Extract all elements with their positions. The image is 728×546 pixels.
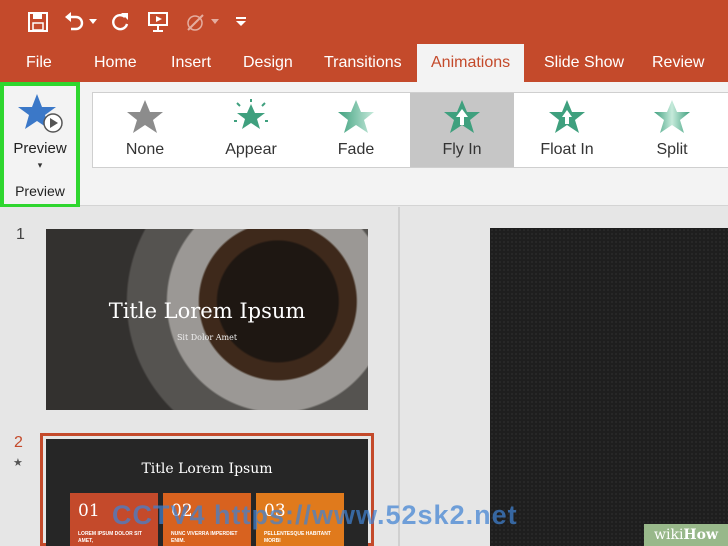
start-from-beginning-icon[interactable] — [146, 8, 172, 36]
animation-label: Fade — [337, 141, 375, 158]
slide-thumbnail-1[interactable]: Title Lorem Ipsum Sit Dolor Amet — [46, 229, 368, 410]
animation-fly-in[interactable]: Fly In — [410, 93, 514, 167]
star-none-icon — [127, 100, 163, 133]
save-icon[interactable] — [26, 8, 50, 36]
slide-subtitle: Sit Dolor Amet — [176, 333, 238, 342]
animation-appear[interactable]: Appear — [199, 93, 303, 167]
preview-dropdown-chevron-down-icon[interactable]: ▾ — [4, 160, 76, 171]
animation-label: Fly In — [442, 141, 482, 158]
slide-title: Title Lorem Ipsum — [141, 461, 273, 477]
tab-home[interactable]: Home — [94, 44, 137, 82]
customize-toolbar-icon[interactable] — [234, 8, 248, 36]
tab-slide-show[interactable]: Slide Show — [544, 44, 624, 82]
slide-number: 1 — [16, 226, 25, 243]
box-text: NUNC VIVERRA IMPERDIET ENIM. — [171, 531, 238, 544]
draw-icon — [184, 8, 210, 36]
watermark-text: CCTV4 https://www.52sk2.net — [112, 500, 518, 530]
draw-dropdown-chevron-down-icon — [210, 8, 220, 36]
animation-star-icon: ★ — [13, 457, 23, 469]
animations-ribbon: Preview ▾ Preview None Appear Fade Fly I… — [0, 82, 728, 208]
tab-animations[interactable]: Animations — [417, 44, 525, 82]
star-burst-icon — [234, 99, 268, 129]
star-split-icon — [654, 100, 690, 133]
tab-insert[interactable]: Insert — [171, 44, 211, 82]
tab-review[interactable]: Review — [652, 44, 704, 82]
preview-button[interactable]: Preview ▾ Preview — [0, 82, 80, 208]
preview-button-label: Preview — [13, 140, 67, 157]
star-float-in-icon — [549, 100, 585, 133]
animation-gallery: None Appear Fade Fly In Float In Split — [92, 92, 728, 168]
box-text: LOREM IPSUM DOLOR SIT AMET, — [78, 531, 142, 544]
ribbon-tabs: File Home Insert Design Transitions Anim… — [0, 44, 728, 82]
undo-icon[interactable] — [62, 8, 86, 36]
animation-label: Appear — [225, 141, 277, 158]
animation-label: Split — [656, 141, 688, 158]
slide-title: Title Lorem Ipsum — [108, 299, 306, 323]
tab-file[interactable]: File — [26, 44, 52, 82]
redo-icon[interactable] — [108, 8, 132, 36]
current-slide[interactable] — [490, 228, 728, 546]
preview-star-icon — [18, 94, 63, 133]
tab-design[interactable]: Design — [243, 44, 293, 82]
animation-none[interactable]: None — [93, 93, 197, 167]
animation-split[interactable]: Split — [620, 93, 724, 167]
undo-dropdown-chevron-down-icon[interactable] — [88, 8, 98, 36]
animation-label: Float In — [540, 141, 594, 158]
star-fade-icon — [338, 100, 374, 133]
wikihow-logo: wikiHow — [644, 524, 728, 546]
box-number: 01 — [78, 501, 100, 521]
slide-number: 2 — [14, 434, 23, 451]
animation-float-in[interactable]: Float In — [515, 93, 619, 167]
star-fly-in-icon — [444, 100, 480, 133]
quick-access-toolbar — [0, 0, 728, 44]
box-text: PELLENTESQUE HABITANT MORBI — [264, 531, 331, 544]
animation-label: None — [125, 141, 165, 158]
animation-fade[interactable]: Fade — [304, 93, 408, 167]
tab-transitions[interactable]: Transitions — [324, 44, 402, 82]
preview-group-label: Preview — [15, 183, 65, 199]
